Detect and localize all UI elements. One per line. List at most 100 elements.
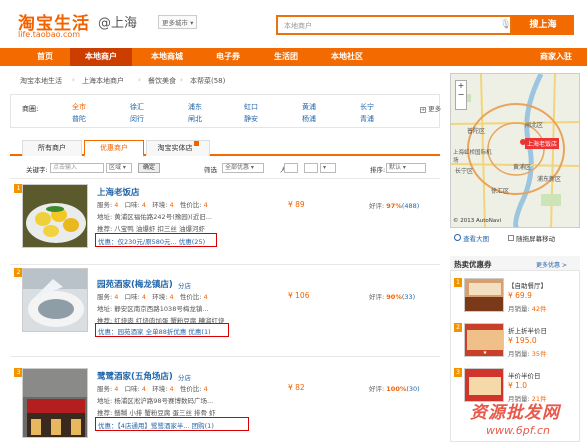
coupon-price: ¥ 195.0 [508,336,537,345]
district-option[interactable]: 黄浦 [302,102,316,112]
breadcrumb-item[interactable]: 餐饮美食 [148,76,176,86]
breadcrumb-item[interactable]: 淘宝本地生活 [20,76,62,86]
microphone-icon[interactable]: 🎙 [500,20,511,31]
shop-scores: 服务: 4 口味: 4 环境: 4 性价比: 4 [97,201,208,209]
hot-coupons-header: 热卖优惠券 更多优惠 > [450,256,580,271]
map-label: 徐汇区 [491,188,510,195]
coupon-title[interactable]: 折上折半价日 [508,325,547,335]
district-option[interactable]: 静安 [244,114,258,124]
nav-item-merchant-join[interactable]: 商家入驻 [530,48,582,66]
confirm-button[interactable]: 确定 [138,163,160,173]
coupon-rank: 2 [454,323,462,332]
map-label: 普陀区 [467,128,486,135]
follow-scroll-checkbox[interactable]: 随拖屏幕移动 [508,233,555,243]
rating: 好评: 97%(488) [369,202,420,210]
coupon-sold: 月销量: 35件 [508,350,547,358]
district-option[interactable]: 青浦 [360,114,374,124]
magnify-icon [454,234,461,241]
sort-select[interactable]: 默认 ▾ [386,163,426,173]
map-controls: 查看大图 随拖屏幕移动 [450,230,580,244]
district-option[interactable]: 杨浦 [302,114,316,124]
promo-link[interactable]: 优惠：园苑酒家 全单88折优惠 优惠(1) [95,323,229,337]
district-option[interactable]: 浦东 [188,102,202,112]
district-option[interactable]: 全市 [72,102,86,112]
coupon-title[interactable]: 【自助餐厅】 [508,280,547,290]
city-switch-button[interactable]: 更多城市 ▾ [158,15,198,29]
storefront-image [23,369,87,437]
avg-price: ¥ 89 [288,200,305,209]
more-districts-button[interactable]: + 更多 [420,103,441,113]
coupon-price: ¥ 1.0 [508,381,528,390]
coupon-price: ¥ 69.9 [508,291,532,300]
district-option[interactable]: 闵行 [130,114,144,124]
watermark-text: 资源批发网 [470,403,560,423]
district-option[interactable]: 普陀 [72,114,86,124]
sort-label: 排序: [370,166,386,174]
nav-item-community[interactable]: 本地社区 [316,48,378,66]
promo-link[interactable]: 优惠：【4店通用】鹭鹭酒家半... 团购(1) [95,417,249,431]
price-range-select[interactable]: ▾ [320,163,336,173]
nav-item-home[interactable]: 首页 [22,48,68,66]
map-view[interactable]: 普陀区 闸北区 长宁区 徐汇区 浦东新区 上海虹桥国际机场 黄浦区 上海老饭店 … [450,73,580,228]
branch-link[interactable]: 分店 [178,372,191,382]
shop-recommend: 推荐: 鳝糊 小排 蟹粉豆腐 蛋三丝 排骨 虾 [97,409,216,417]
nav-item-coupons[interactable]: 电子券 [202,48,254,66]
hot-coupons-title: 热卖优惠券 [454,260,492,269]
coupon-rank: 1 [454,278,462,287]
enlarge-map-link[interactable]: 查看大图 [454,233,489,243]
coupon-image[interactable]: ★ [464,323,504,357]
search-button[interactable]: 搜上海 [512,15,574,35]
coupon-sold: 月销量: 42件 [508,305,547,313]
tab-taobao-stores[interactable]: 淘宝实体店 [146,140,210,156]
dish-image [23,185,87,247]
shop-name[interactable]: 上海老饭店 [97,186,140,198]
shop-photo[interactable] [22,268,88,332]
district-option[interactable]: 徐汇 [130,102,144,112]
rating: 好评: 100%(30) [369,385,420,393]
nav-item-local-mall[interactable]: 本地商城 [136,48,198,66]
breadcrumb-current: 本帮菜(58) [190,77,226,85]
max-price-input[interactable] [304,163,318,173]
discount-filter-select[interactable]: 全部优惠 ▾ [222,163,264,173]
district-option[interactable]: 闸北 [188,114,202,124]
branch-link[interactable]: 分店 [178,280,191,290]
coupon-image[interactable] [464,278,504,312]
more-coupons-link[interactable]: 更多优惠 > [536,260,567,269]
nav-item-local-shops[interactable]: 本地商户 [70,48,132,66]
nav-item-group-buy[interactable]: 生活团 [260,48,312,66]
svg-text:★: ★ [483,350,488,356]
filter-label: 商圈: [22,105,39,113]
city-switch-label: 更多城市 [162,19,188,27]
shop-name[interactable]: 鹭鹭酒家(五角场店) [97,370,173,382]
search-placeholder: 本地商户 [284,22,312,30]
new-badge-icon [193,141,199,146]
map-label: 浦东新区 [537,176,562,183]
avg-price: ¥ 82 [288,383,305,392]
checkbox-icon [508,235,514,241]
shop-photo[interactable] [22,368,88,438]
coupon-image[interactable] [464,368,504,402]
search-input[interactable]: 本地商户 🎙 [276,15,512,35]
shop-name[interactable]: 园苑酒家(梅龙镇店) [97,278,173,290]
map-marker-tooltip[interactable]: 上海老饭店 [525,138,560,149]
min-price-input[interactable] [284,163,298,173]
shop-address: 地址: 静安区南京西路1038号梅龙镇... [97,305,209,313]
district-option[interactable]: 长宁 [360,102,374,112]
coupon-rank: 3 [454,368,462,377]
map-label: 闸北区 [525,122,544,129]
district-option[interactable]: 虹口 [244,102,258,112]
promo-link[interactable]: 优惠：仅230元/原580元... 优惠(25) [95,233,217,247]
tab-discount-shops[interactable]: 优惠商户 [84,140,144,157]
keyword-input[interactable]: 点击输入 [50,163,104,173]
tab-all-shops[interactable]: 所有商户 [22,140,82,156]
zoom-control[interactable]: + − [455,80,467,110]
shop-photo[interactable] [22,184,88,248]
shop-address: 地址: 杨浦区淞沪路98号赛博数码广场... [97,397,214,405]
coupon-title[interactable]: 半价半价日 [508,370,541,380]
logo-url[interactable]: life.taobao.com [18,30,80,39]
district-select[interactable]: 区域 ▾ [106,163,132,173]
breadcrumb-item[interactable]: 上海本地商户 [82,76,124,86]
watermark-url: www.6pf.cn [486,424,550,437]
main-nav: 首页 本地商户 本地商城 电子券 生活团 本地社区 商家入驻 [0,48,587,66]
shop-scores: 服务: 4 口味: 4 环境: 4 性价比: 4 [97,293,208,301]
